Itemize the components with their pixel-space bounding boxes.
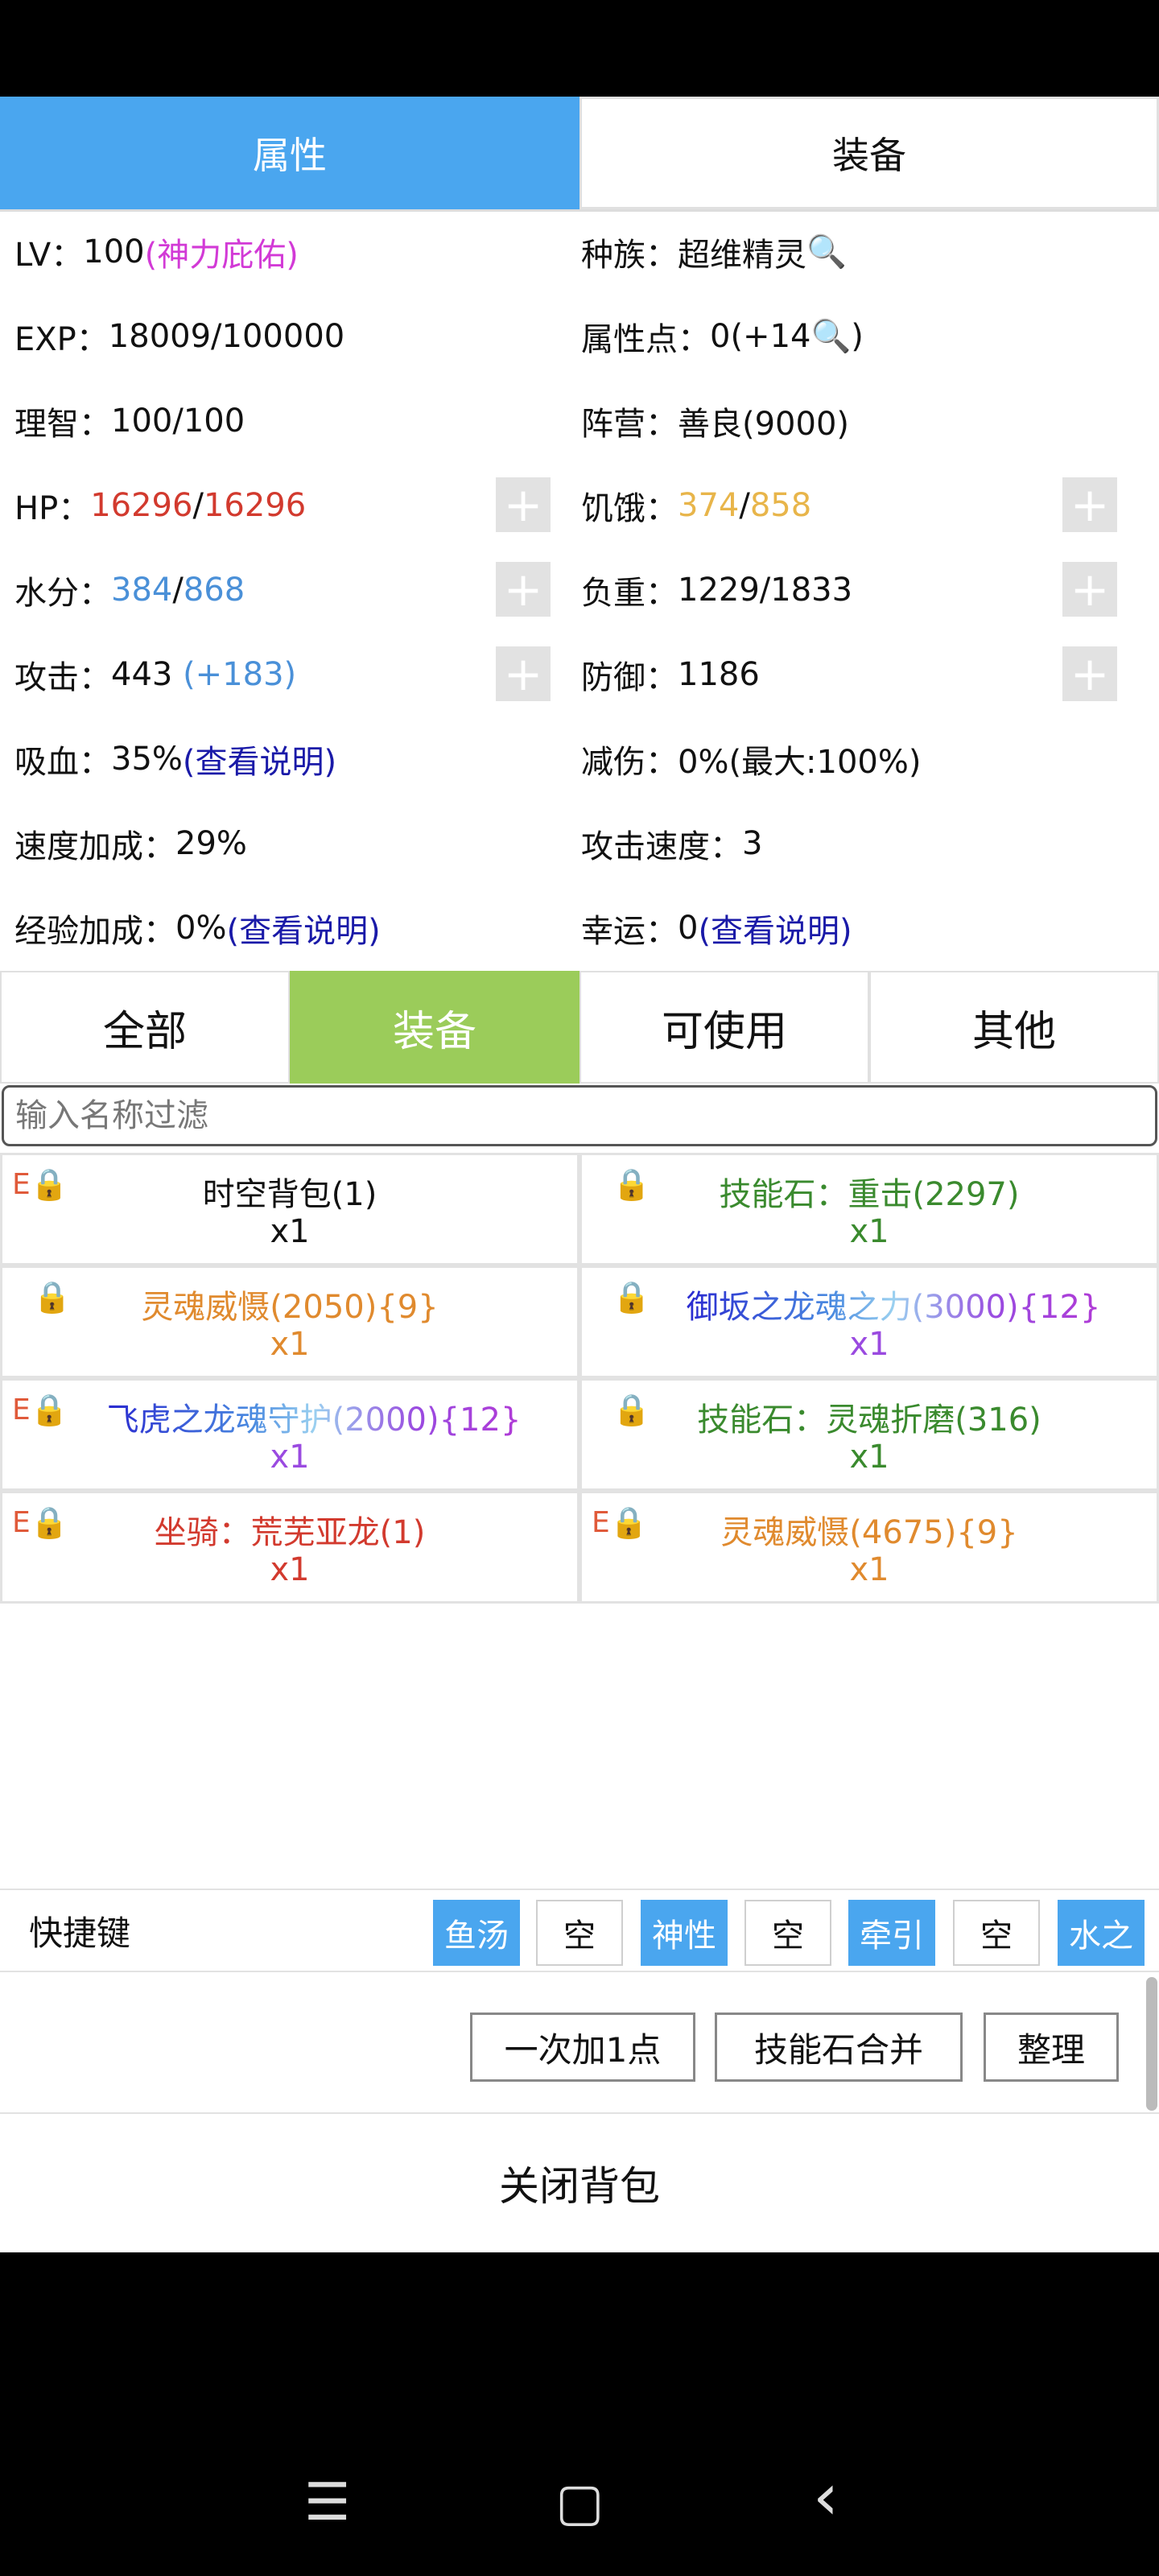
load-plus-button[interactable]: + <box>1062 562 1117 617</box>
quickbar: 快捷键 鱼汤 空 神性 空 牵引 空 水之 <box>0 1889 1159 1972</box>
item-name: 飞虎之龙魂守护(2000){12} <box>106 1402 522 1439</box>
quick-key-5[interactable]: 牵引 <box>848 1900 935 1966</box>
quick-key-4[interactable]: 空 <box>744 1900 831 1966</box>
item-name: 坐骑：荒芜亚龙(1) <box>154 1514 426 1551</box>
stat-camp: 阵营： 善良(9000) <box>581 405 850 443</box>
inventory-item[interactable]: E 🔒 坐骑：荒芜亚龙(1) x1 <box>0 1491 580 1604</box>
merge-skill-stone-button[interactable]: 技能石合并 <box>715 2013 963 2082</box>
stat-hunger: 饥饿： 374/858 <box>581 486 812 527</box>
item-qty: x1 <box>849 1439 889 1476</box>
filter-tab-usable[interactable]: 可使用 <box>580 971 869 1084</box>
item-name: 时空背包(1) <box>202 1176 377 1213</box>
hp-plus-button[interactable]: + <box>496 477 551 532</box>
quick-key-6[interactable]: 空 <box>953 1900 1040 1966</box>
stat-defense: 防御： 1186 <box>581 655 760 696</box>
quick-key-1[interactable]: 鱼汤 <box>433 1900 520 1966</box>
inventory-item[interactable]: 🔒 技能石：灵魂折磨(316) x1 <box>580 1378 1159 1491</box>
item-qty: x1 <box>849 1326 889 1363</box>
stat-damage-reduction: 减伤： 0%(最大:100%) <box>581 743 922 781</box>
inventory-item[interactable]: E 🔒 飞虎之龙魂守护(2000){12} x1 <box>0 1378 580 1491</box>
quick-key-3[interactable]: 神性 <box>641 1900 728 1966</box>
top-tabs: 属性 装备 <box>0 97 1159 212</box>
stat-luck: 幸运： 0 (查看说明) <box>581 886 1112 970</box>
tab-equipment[interactable]: 装备 <box>580 97 1159 209</box>
item-name: 御坂之龙魂之力(3000){12} <box>686 1289 1101 1326</box>
item-qty: x1 <box>849 1551 889 1588</box>
item-name: 技能石：灵魂折磨(316) <box>697 1402 1041 1439</box>
filter-tab-other[interactable]: 其他 <box>869 971 1159 1084</box>
quick-key-2[interactable]: 空 <box>536 1900 623 1966</box>
menu-icon[interactable]: ☰ <box>304 2473 350 2533</box>
action-bar: 一次加1点 技能石合并 整理 <box>0 1972 1159 2114</box>
inventory-item[interactable]: 🔒 技能石：重击(2297) x1 <box>580 1153 1159 1265</box>
stat-load: 负重： 1229/1833 <box>581 571 853 612</box>
item-name: 灵魂威慑(4675){9} <box>720 1514 1018 1551</box>
equipped-badge: E <box>12 1393 31 1426</box>
sort-button[interactable]: 整理 <box>984 2013 1119 2082</box>
item-qty: x1 <box>270 1439 310 1476</box>
item-name: 技能石：重击(2297) <box>719 1176 1020 1213</box>
inventory-item[interactable]: E 🔒 时空背包(1) x1 <box>0 1153 580 1265</box>
inventory-grid: E 🔒 时空背包(1) x1 🔒 技能石：重击(2297) x1 🔒 灵魂威慑(2… <box>0 1153 1159 1604</box>
search-icon[interactable]: 🔍 <box>806 233 847 270</box>
item-qty: x1 <box>270 1213 310 1250</box>
exp-bonus-info-link[interactable]: (查看说明) <box>226 905 380 952</box>
stat-attack-speed: 攻击速度： 3 <box>581 824 763 865</box>
stat-speed-bonus: 速度加成： 29% <box>14 824 247 865</box>
item-name: 灵魂威慑(2050){9} <box>141 1289 439 1326</box>
search-icon[interactable]: 🔍 <box>810 317 851 355</box>
stat-exp-bonus: 经验加成： 0% (查看说明) <box>14 886 546 970</box>
inventory-item[interactable]: E 🔒 灵魂威慑(4675){9} x1 <box>580 1491 1159 1604</box>
stat-exp: EXP： 18009/100000 <box>14 317 345 358</box>
stat-race: 种族： 超维精灵 🔍 <box>581 233 847 274</box>
item-qty: x1 <box>270 1551 310 1588</box>
home-icon[interactable]: ▢ <box>555 2473 604 2533</box>
hunger-plus-button[interactable]: + <box>1062 477 1117 532</box>
tab-attributes[interactable]: 属性 <box>0 97 580 209</box>
quick-key-7[interactable]: 水之 <box>1058 1900 1145 1966</box>
item-qty: x1 <box>270 1326 310 1363</box>
water-plus-button[interactable]: + <box>496 562 551 617</box>
leech-info-link[interactable]: (查看说明) <box>183 736 336 782</box>
stat-attack: 攻击： 443 (+183) <box>14 655 297 696</box>
luck-info-link[interactable]: (查看说明) <box>698 905 852 952</box>
filter-tab-equipment[interactable]: 装备 <box>290 971 580 1084</box>
filter-input[interactable] <box>2 1085 1157 1146</box>
stat-level: LV： 100 (神力庇佑) <box>14 209 546 294</box>
stat-leech: 吸血： 35% (查看说明) <box>14 716 546 801</box>
filter-tabs: 全部 装备 可使用 其他 <box>0 971 1159 1084</box>
defense-plus-button[interactable]: + <box>1062 646 1117 701</box>
back-icon[interactable]: ‹ <box>813 2459 839 2534</box>
stat-water: 水分： 384/868 <box>14 571 245 612</box>
stat-attribute-points: 属性点： 0(+14 🔍) <box>581 317 864 358</box>
add-one-point-button[interactable]: 一次加1点 <box>470 2013 695 2082</box>
scrollbar[interactable] <box>1146 1977 1157 2111</box>
close-bag-button[interactable]: 关闭背包 <box>0 2116 1159 2251</box>
attack-plus-button[interactable]: + <box>496 646 551 701</box>
filter-tab-all[interactable]: 全部 <box>0 971 290 1084</box>
stat-sanity: 理智： 100/100 <box>14 402 245 443</box>
inventory-item[interactable]: 🔒 御坂之龙魂之力(3000){12} x1 <box>580 1265 1159 1378</box>
inventory-item[interactable]: 🔒 灵魂威慑(2050){9} x1 <box>0 1265 580 1378</box>
status-bar <box>0 0 1159 97</box>
stat-hp: HP： 16296/16296 <box>14 486 307 527</box>
attributes-panel: LV： 100 (神力庇佑) 种族： 超维精灵 🔍 EXP： 18009/100000 … <box>0 209 1159 970</box>
quickbar-label: 快捷键 <box>29 1913 131 1953</box>
item-qty: x1 <box>849 1213 889 1250</box>
level-note: (神力庇佑) <box>144 236 299 274</box>
